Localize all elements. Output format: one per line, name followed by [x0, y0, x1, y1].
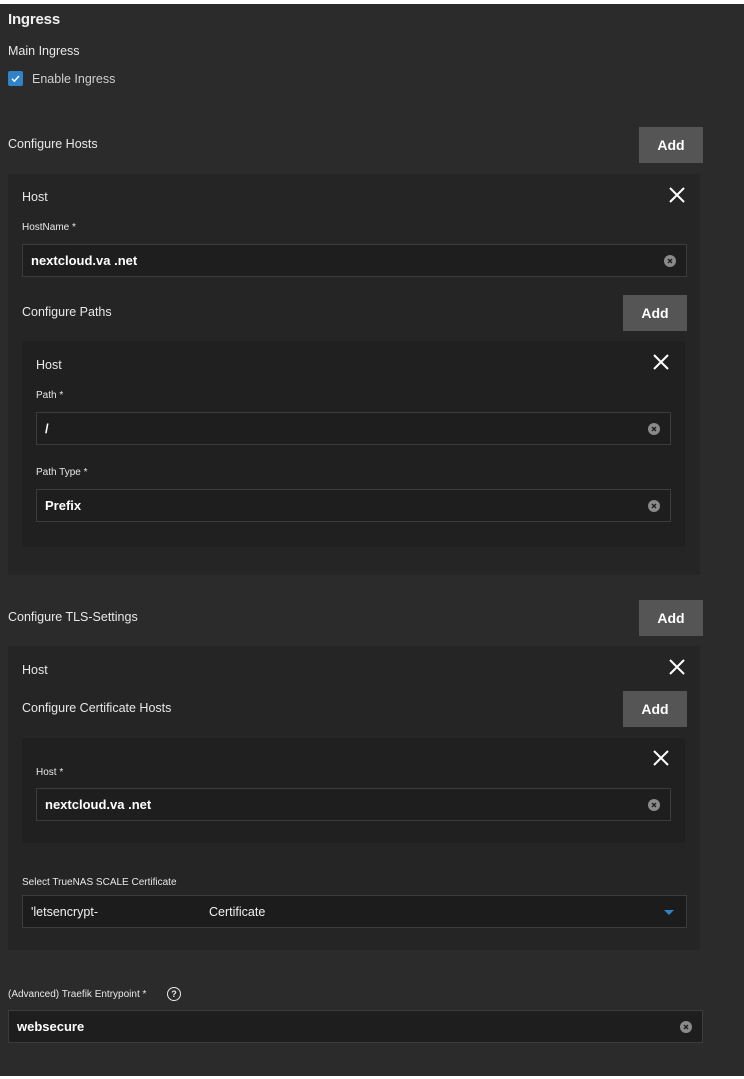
certificate-value-right: Certificate [209, 905, 266, 919]
clear-circle-icon[interactable] [648, 423, 660, 435]
host-card-title: Host [22, 190, 48, 204]
configure-cert-hosts-heading: Configure Certificate Hosts [22, 701, 172, 715]
help-circle-icon[interactable]: ? [167, 987, 181, 1001]
path-label: Path * [36, 390, 64, 401]
cert-host-input[interactable]: nextcloud.va .net [36, 788, 671, 821]
configure-paths-heading: Configure Paths [22, 305, 112, 319]
cert-host-label: Host * [36, 767, 64, 778]
cert-host-card: Host * nextcloud.va .net [22, 738, 685, 843]
traefik-entrypoint-value: websecure [17, 1019, 85, 1034]
hostname-value: nextcloud.va .net [31, 253, 138, 268]
configure-tls-heading: Configure TLS-Settings [8, 610, 138, 624]
tls-card: Host Configure Certificate Hosts Add Hos… [8, 646, 700, 950]
add-tls-button[interactable]: Add [639, 600, 703, 636]
add-path-button[interactable]: Add [623, 295, 687, 331]
traefik-entrypoint-input[interactable]: websecure [8, 1010, 703, 1043]
close-icon[interactable] [668, 658, 686, 676]
path-card-title: Host [36, 358, 62, 372]
path-type-label: Path Type * [36, 467, 88, 478]
path-card: Host Path * / Path Type * Prefix [22, 341, 685, 547]
cert-host-value: nextcloud.va .net [45, 797, 152, 812]
certificate-value-left: 'letsencrypt- [31, 905, 98, 919]
add-host-button[interactable]: Add [639, 127, 703, 163]
path-input[interactable]: / [36, 412, 671, 445]
path-type-input[interactable]: Prefix [36, 489, 671, 522]
enable-ingress-checkbox[interactable] [8, 71, 23, 86]
clear-circle-icon[interactable] [664, 255, 676, 267]
clear-circle-icon[interactable] [648, 500, 660, 512]
certificate-label: Select TrueNAS SCALE Certificate [22, 877, 177, 888]
hostname-label: HostName * [22, 222, 76, 233]
close-icon[interactable] [652, 749, 670, 767]
check-icon [11, 75, 20, 83]
page-title: Ingress [8, 11, 60, 28]
main-ingress-label: Main Ingress [8, 44, 80, 58]
certificate-select[interactable]: 'letsencrypt- Certificate [22, 895, 687, 928]
ingress-form: Ingress Main Ingress Enable Ingress Conf… [0, 4, 744, 1076]
enable-ingress-label[interactable]: Enable Ingress [32, 72, 115, 86]
caret-down-icon[interactable] [664, 910, 674, 915]
clear-circle-icon[interactable] [648, 799, 660, 811]
traefik-label: (Advanced) Traefik Entrypoint * [8, 989, 147, 1000]
close-icon[interactable] [668, 186, 686, 204]
hostname-input[interactable]: nextcloud.va .net [22, 244, 687, 277]
path-type-value: Prefix [45, 498, 82, 513]
configure-hosts-heading: Configure Hosts [8, 137, 98, 151]
close-icon[interactable] [652, 353, 670, 371]
host-card: Host HostName * nextcloud.va .net Config… [8, 174, 700, 575]
tls-card-title: Host [22, 663, 48, 677]
add-cert-host-button[interactable]: Add [623, 691, 687, 727]
clear-circle-icon[interactable] [680, 1021, 692, 1033]
path-value: / [45, 421, 49, 436]
